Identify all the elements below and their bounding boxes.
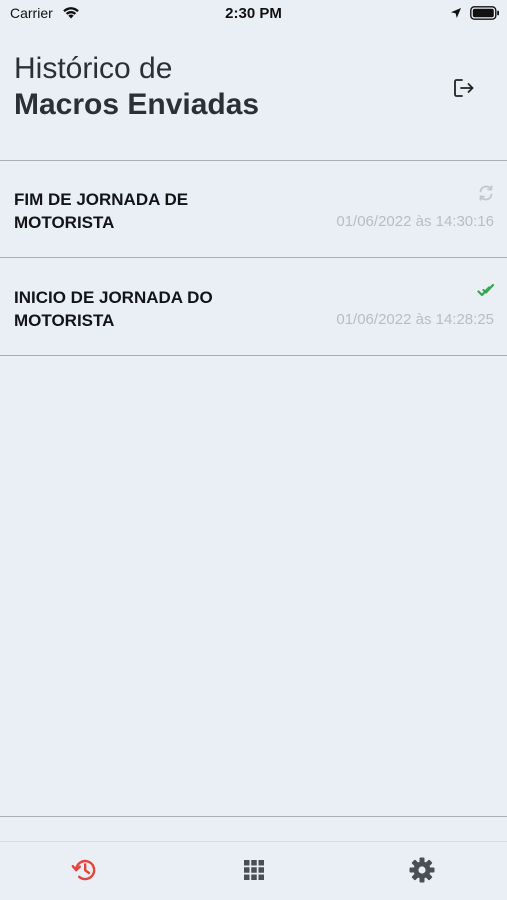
- gear-icon: [409, 857, 435, 883]
- header: Histórico de Macros Enviadas: [0, 28, 507, 160]
- macro-list-item[interactable]: FIM DE JORNADA DE MOTORISTA 01/06/2022 à…: [0, 160, 507, 258]
- macro-title: FIM DE JORNADA DE MOTORISTA: [14, 190, 189, 232]
- history-icon: [71, 859, 96, 881]
- double-check-icon: [477, 283, 495, 297]
- location-icon: [451, 8, 461, 18]
- logout-button[interactable]: [448, 72, 480, 104]
- logout-icon: [454, 79, 474, 97]
- tab-settings[interactable]: [407, 855, 437, 885]
- macro-title: INICIO DE JORNADA DO MOTORISTA: [14, 288, 213, 330]
- page-title-line2: Macros Enviadas: [14, 88, 260, 121]
- grid-icon: [244, 860, 264, 880]
- screen: Carrier 2:30 PM Histórico de Macros Envi…: [0, 0, 507, 900]
- battery-icon: [470, 6, 499, 20]
- macro-list: FIM DE JORNADA DE MOTORISTA 01/06/2022 à…: [0, 160, 507, 356]
- page-title-line1: Histórico de: [14, 52, 173, 85]
- tab-bar: [0, 816, 507, 900]
- macro-timestamp: 01/06/2022 às 14:28:25: [336, 311, 494, 328]
- status-bar: Carrier 2:30 PM: [0, 0, 507, 28]
- tab-macros[interactable]: [239, 855, 269, 885]
- macro-list-item[interactable]: INICIO DE JORNADA DO MOTORISTA 01/06/202…: [0, 258, 507, 356]
- tab-bar-divider: [0, 841, 507, 842]
- clock: 2:30 PM: [225, 5, 282, 22]
- tab-history[interactable]: [70, 855, 100, 885]
- sync-icon: [479, 185, 493, 201]
- macro-timestamp: 01/06/2022 às 14:30:16: [336, 213, 494, 230]
